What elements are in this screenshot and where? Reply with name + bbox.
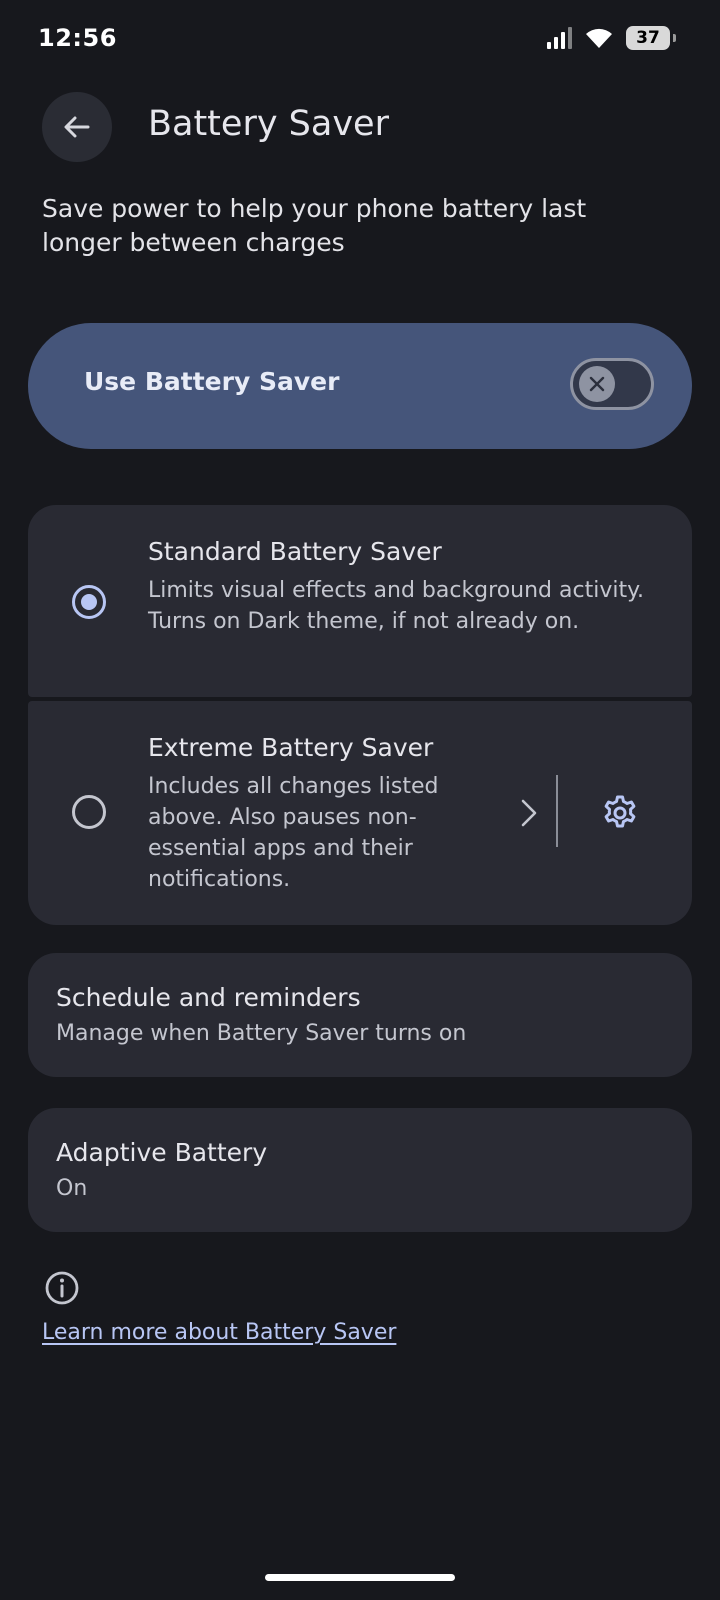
- standard-radio-button[interactable]: [72, 585, 106, 619]
- close-icon: [589, 376, 605, 392]
- back-button[interactable]: [42, 92, 112, 162]
- status-bar: 12:56 37: [0, 0, 720, 80]
- battery-saver-screen: 12:56 37 Battery Saver Save power to hel…: [0, 0, 720, 1600]
- use-battery-saver-label: Use Battery Saver: [84, 367, 340, 396]
- info-icon: [45, 1271, 79, 1305]
- arrow-left-icon: [64, 116, 90, 138]
- extreme-chevron-button[interactable]: [514, 795, 544, 831]
- battery-saver-switch[interactable]: [570, 358, 654, 410]
- learn-more-link[interactable]: Learn more about Battery Saver: [42, 1320, 396, 1345]
- adaptive-title: Adaptive Battery: [56, 1138, 268, 1167]
- wifi-icon: [586, 28, 612, 48]
- adaptive-battery-item[interactable]: Adaptive Battery On: [28, 1108, 692, 1232]
- schedule-and-reminders-item[interactable]: Schedule and reminders Manage when Batte…: [28, 953, 692, 1077]
- page-description: Save power to help your phone battery la…: [42, 194, 587, 257]
- extreme-option-title: Extreme Battery Saver: [148, 733, 434, 762]
- status-icons: 37: [547, 26, 676, 50]
- status-time: 12:56: [38, 24, 117, 52]
- signal-icon: [547, 27, 572, 49]
- standard-option-title: Standard Battery Saver: [148, 537, 442, 566]
- schedule-title: Schedule and reminders: [56, 983, 361, 1012]
- extreme-option-description: Includes all changes listed above. Also …: [148, 774, 439, 892]
- page-title: Battery Saver: [148, 104, 389, 144]
- extreme-battery-saver-option[interactable]: Extreme Battery Saver Includes all chang…: [28, 701, 692, 925]
- adaptive-status: On: [56, 1176, 88, 1201]
- switch-thumb: [579, 366, 615, 402]
- schedule-subtitle: Manage when Battery Saver turns on: [56, 1021, 467, 1046]
- standard-option-description: Limits visual effects and background act…: [148, 578, 644, 634]
- standard-battery-saver-option[interactable]: Standard Battery Saver Limits visual eff…: [28, 505, 692, 697]
- home-indicator[interactable]: [265, 1574, 455, 1581]
- chevron-right-icon: [521, 799, 537, 827]
- gear-icon: [604, 795, 636, 828]
- extreme-radio-button[interactable]: [72, 795, 106, 829]
- extreme-settings-button[interactable]: [599, 792, 641, 834]
- vertical-divider: [556, 775, 558, 847]
- battery-icon: 37: [626, 26, 676, 50]
- use-battery-saver-toggle-row[interactable]: Use Battery Saver: [28, 323, 692, 449]
- battery-level: 37: [636, 28, 660, 48]
